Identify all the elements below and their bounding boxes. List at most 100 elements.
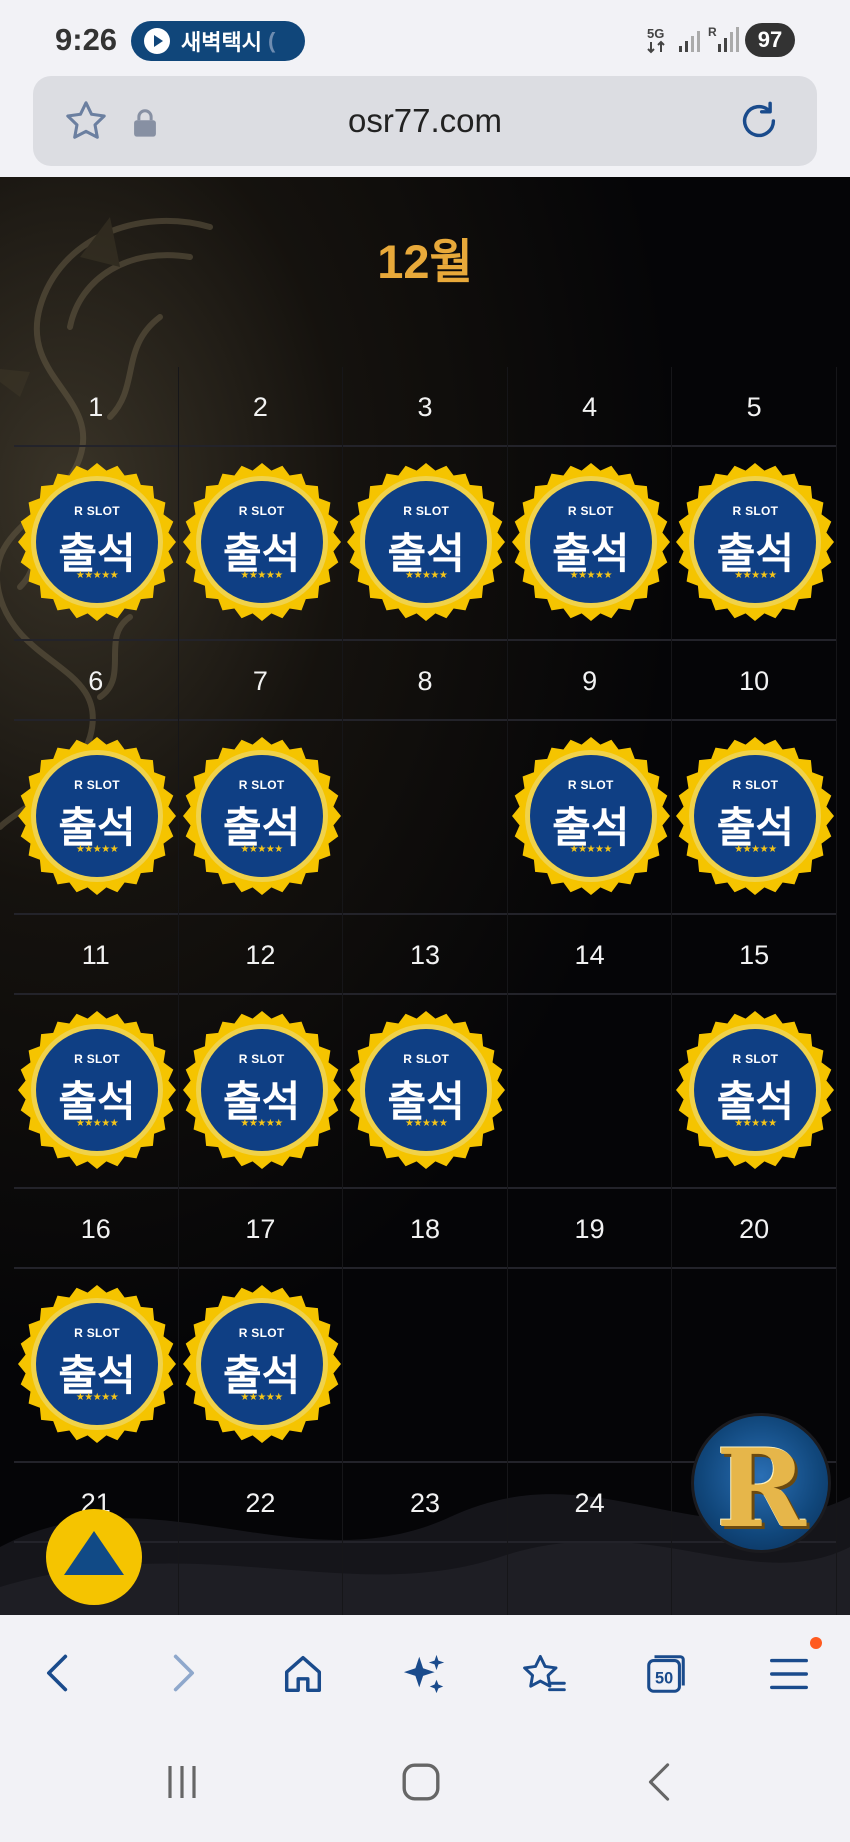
attendance-stamp-badge: R SLOT 출석 ★★★★★ <box>182 1010 342 1170</box>
attendance-stamp-badge: R SLOT 출석 ★★★★★ <box>182 462 342 622</box>
badge-brand-text: R SLOT <box>567 504 614 518</box>
attendance-stamp-badge: R SLOT 출석 ★★★★★ <box>182 1284 342 1444</box>
badge-brand-text: R SLOT <box>567 778 614 792</box>
badge-brand-text: R SLOT <box>238 1326 285 1340</box>
back-icon[interactable] <box>38 1651 78 1695</box>
attendance-stamp-badge: R SLOT 출석 ★★★★★ <box>511 736 671 896</box>
menu-notification-dot <box>810 1637 822 1649</box>
badge-stars: ★★★★★ <box>734 1118 777 1129</box>
play-icon <box>144 28 170 54</box>
badge-stars: ★★★★★ <box>240 1118 283 1129</box>
status-bar: 9:26 새벽택시 ( 5G R 97 <box>0 0 850 74</box>
attendance-calendar-page[interactable]: 12월 12345R SLOT 출석 ★★★★★ R SLOT 출석 ★★★★★ R SLO… <box>0 177 850 1615</box>
calendar-day-number: 7 <box>179 641 344 721</box>
badge-stars: ★★★★★ <box>75 1118 119 1129</box>
attendance-stamp-badge: R SLOT 출석 ★★★★★ <box>675 462 835 622</box>
signal-roaming-icon: R <box>708 25 739 52</box>
calendar-day-number: 4 <box>508 367 673 447</box>
calendar-stamp-cell: R SLOT 출석 ★★★★★ <box>672 447 837 641</box>
sparkle-icon[interactable] <box>402 1651 448 1697</box>
attendance-stamp-badge: R SLOT 출석 ★★★★★ <box>675 736 835 896</box>
badge-stars: ★★★★★ <box>75 844 119 855</box>
attendance-stamp-badge: R SLOT 출석 ★★★★★ <box>17 462 177 622</box>
calendar-day-number: 19 <box>508 1189 673 1269</box>
calendar-day-number: 14 <box>508 915 673 995</box>
calendar-stamp-cell: R SLOT 출석 ★★★★★ <box>14 721 179 915</box>
attendance-stamp-badge: R SLOT 출석 ★★★★★ <box>346 462 506 622</box>
calendar-day-number: 3 <box>343 367 508 447</box>
calendar-day-number: 2 <box>179 367 344 447</box>
media-app-suffix: ( <box>267 28 276 53</box>
r-slot-logo-button[interactable]: R <box>691 1413 831 1553</box>
calendar-day-number: 15 <box>672 915 837 995</box>
badge-brand-text: R SLOT <box>403 1052 450 1066</box>
badge-stars: ★★★★★ <box>569 844 613 855</box>
badge-stars: ★★★★★ <box>240 570 283 581</box>
menu-icon[interactable] <box>766 1651 812 1697</box>
attendance-stamp-badge: R SLOT 출석 ★★★★★ <box>17 1284 177 1444</box>
calendar-day-row: 6 7 8 9 10 <box>14 641 837 721</box>
media-app-name: 새벽택시 <box>181 30 262 55</box>
forward-icon[interactable] <box>163 1651 203 1695</box>
badge-brand-text: R SLOT <box>403 504 450 518</box>
calendar-stamp-cell: R SLOT 출석 ★★★★★ <box>508 447 673 641</box>
home-icon[interactable] <box>280 1651 326 1697</box>
calendar-stamp-cell: R SLOT 출석 ★★★★★ <box>179 721 344 915</box>
bookmarks-icon[interactable] <box>520 1651 568 1697</box>
calendar-day-number: 16 <box>14 1189 179 1269</box>
badge-brand-text: R SLOT <box>238 504 285 518</box>
system-back-icon[interactable] <box>640 1761 680 1803</box>
attendance-stamp-badge: R SLOT 출석 ★★★★★ <box>511 462 671 622</box>
calendar-stamp-cell <box>343 1543 508 1615</box>
badge-stars: ★★★★★ <box>240 1392 283 1403</box>
url-text[interactable]: osr77.com <box>33 102 817 140</box>
calendar-day-number: 11 <box>14 915 179 995</box>
badge-brand-text: R SLOT <box>74 1326 120 1340</box>
badge-brand-text: R SLOT <box>74 504 120 518</box>
calendar-stamp-cell <box>672 1543 837 1615</box>
address-bar[interactable]: osr77.com <box>33 76 817 166</box>
recents-icon[interactable] <box>162 1762 202 1802</box>
calendar-stamp-cell: R SLOT 출석 ★★★★★ <box>14 995 179 1189</box>
calendar-stamp-cell <box>508 1269 673 1463</box>
calendar-day-number: 1 <box>14 367 179 447</box>
attendance-stamp-badge: R SLOT 출석 ★★★★★ <box>17 1010 177 1170</box>
badge-stars: ★★★★★ <box>75 570 119 581</box>
calendar-day-row: 11 12 13 14 15 <box>14 915 837 995</box>
calendar-day-number: 5 <box>672 367 837 447</box>
calendar-stamp-cell <box>343 1269 508 1463</box>
calendar-stamp-cell: R SLOT 출석 ★★★★★ <box>672 721 837 915</box>
media-notification-pill[interactable]: 새벽택시 ( <box>131 21 305 61</box>
network-5g-icon: 5G <box>647 26 665 54</box>
browser-bottom-nav: 50 <box>0 1615 850 1725</box>
calendar-stamp-cell: R SLOT 출석 ★★★★★ <box>672 995 837 1189</box>
calendar-day-number: 18 <box>343 1189 508 1269</box>
calendar-day-row: 12345 <box>14 367 837 447</box>
clock: 9:26 <box>55 22 118 57</box>
calendar-stamp-cell: R SLOT 출석 ★★★★★ <box>14 1269 179 1463</box>
calendar-day-number: 13 <box>343 915 508 995</box>
calendar-stamp-cell <box>508 995 673 1189</box>
system-navigation-bar <box>0 1725 850 1842</box>
calendar-day-number: 24 <box>508 1463 673 1543</box>
badge-stars: ★★★★★ <box>240 844 283 855</box>
attendance-stamp-badge: R SLOT 출석 ★★★★★ <box>182 736 342 896</box>
attendance-stamp-badge: R SLOT 출석 ★★★★★ <box>17 736 177 896</box>
badge-brand-text: R SLOT <box>238 1052 285 1066</box>
browser-toolbar: osr77.com <box>0 74 850 177</box>
badge-stars: ★★★★★ <box>569 570 613 581</box>
tabs-count: 50 <box>655 1670 673 1688</box>
scroll-to-top-button[interactable] <box>46 1509 142 1605</box>
calendar-stamp-cell: R SLOT 출석 ★★★★★ <box>343 447 508 641</box>
tabs-icon[interactable]: 50 <box>643 1651 689 1697</box>
calendar-stamp-cell <box>179 1543 344 1615</box>
calendar-day-number: 22 <box>179 1463 344 1543</box>
calendar-stamp-cell: R SLOT 출석 ★★★★★ <box>179 995 344 1189</box>
reload-icon[interactable] <box>736 98 782 144</box>
attendance-stamp-badge: R SLOT 출석 ★★★★★ <box>346 1010 506 1170</box>
calendar-stamp-row: R SLOT 출석 ★★★★★ R SLOT 출석 ★★★★★ R SLOT 출석 ★★★★★ R… <box>14 447 837 641</box>
calendar-stamp-cell <box>508 1543 673 1615</box>
home-button-icon[interactable] <box>400 1761 442 1803</box>
badge-brand-text: R SLOT <box>74 778 120 792</box>
badge-stars: ★★★★★ <box>734 844 777 855</box>
